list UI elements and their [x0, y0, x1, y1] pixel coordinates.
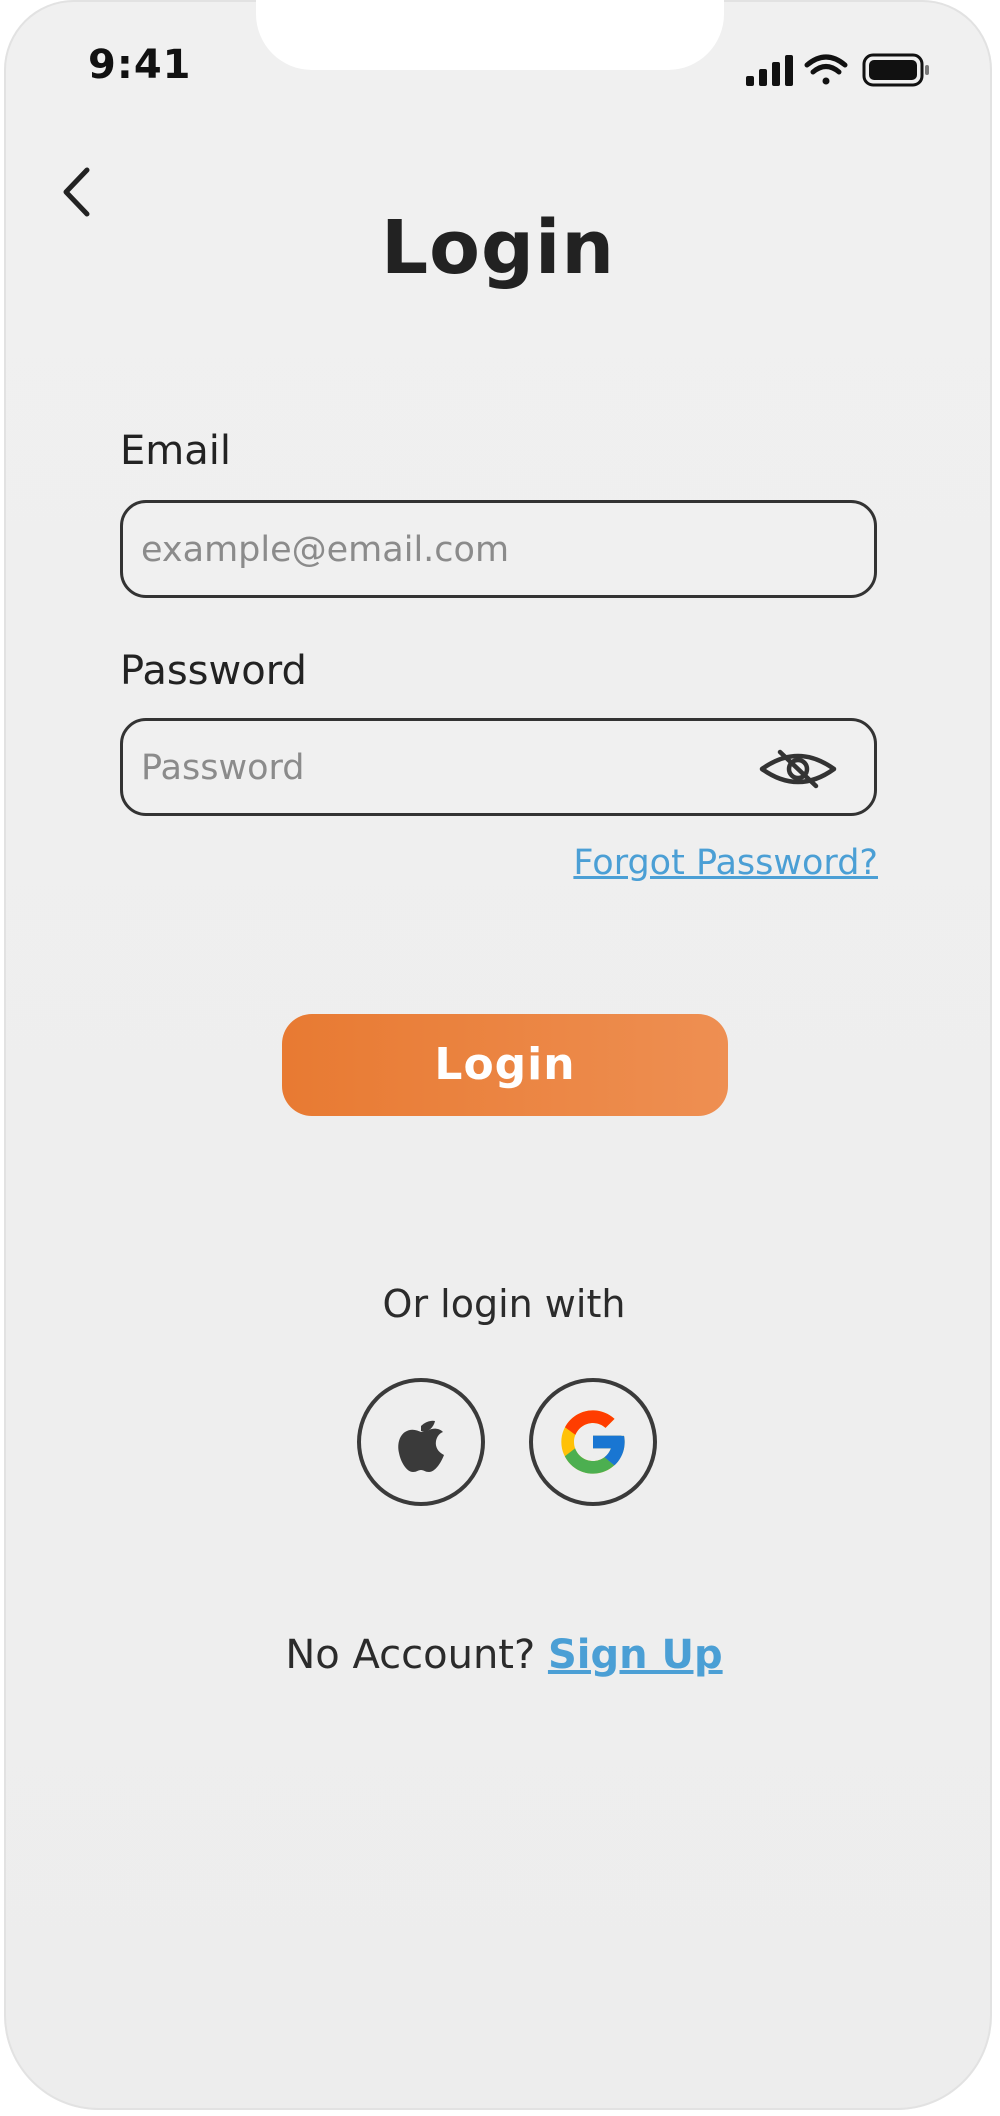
signup-link[interactable]: Sign Up — [548, 1632, 723, 1678]
email-field[interactable] — [139, 503, 783, 597]
password-field-box[interactable] — [120, 718, 877, 816]
login-button[interactable]: Login — [282, 1014, 728, 1116]
no-account-text: No Account? — [285, 1632, 536, 1678]
password-field[interactable] — [139, 721, 783, 815]
battery-icon — [862, 53, 929, 87]
toggle-password-visibility-button[interactable] — [758, 749, 838, 789]
signal-icon — [746, 55, 793, 86]
status-time: 9:41 — [88, 42, 192, 88]
phone-screen: 9:41 Login Email example@email.com Passw… — [4, 0, 992, 2110]
email-field-box[interactable] — [120, 500, 877, 598]
forgot-password-link[interactable]: Forgot Password? — [573, 843, 878, 883]
eye-off-icon — [759, 749, 837, 789]
social-login-prompt: Or login with — [382, 1282, 626, 1326]
signup-row: No Account? Sign Up — [4, 1632, 992, 1678]
apple-login-button[interactable] — [357, 1378, 485, 1506]
wifi-icon — [804, 54, 848, 85]
apple-icon — [398, 1420, 444, 1472]
email-label: Email — [120, 428, 231, 474]
page-title: Login — [380, 205, 615, 291]
device-notch — [256, 0, 724, 70]
google-icon — [561, 1410, 625, 1474]
google-login-button[interactable] — [529, 1378, 657, 1506]
status-icons — [746, 52, 946, 92]
password-label: Password — [120, 648, 307, 694]
